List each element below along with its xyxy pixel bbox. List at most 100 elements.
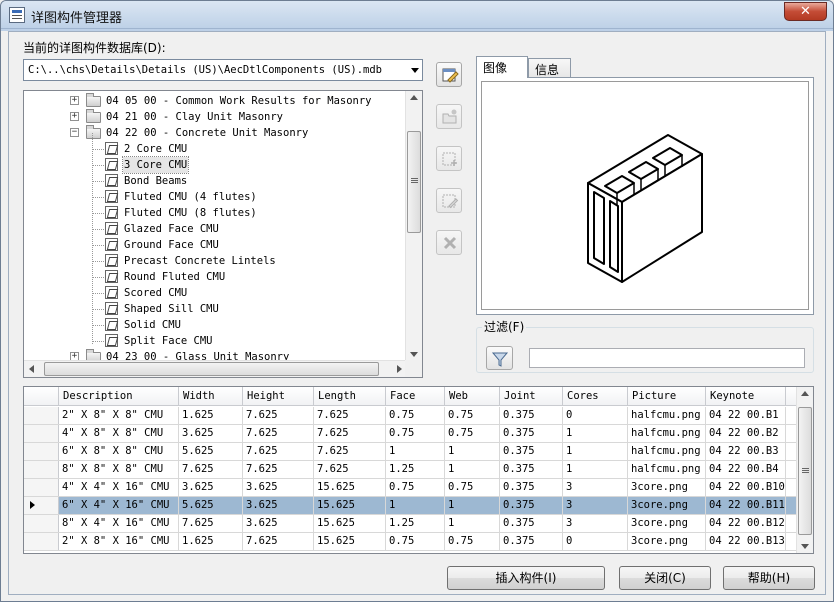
table-cell[interactable]: 3 <box>563 515 628 532</box>
table-cell[interactable]: 0.375 <box>500 533 563 550</box>
table-cell[interactable]: 6" X 8" X 8" CMU <box>59 443 179 460</box>
table-row[interactable]: 4" X 4" X 16" CMU 3.625 3.625 15.625 0.75 0.7… <box>24 479 798 497</box>
scroll-up-icon[interactable] <box>410 95 418 100</box>
tree-component-item[interactable]: Precast Concrete Lintels <box>24 253 407 269</box>
tree-component-item[interactable]: Scored CMU <box>24 285 407 301</box>
table-cell[interactable]: halfcmu.png <box>628 407 706 424</box>
row-header[interactable] <box>24 497 59 514</box>
column-header[interactable]: Web <box>445 387 500 406</box>
tree-scroll-thumb[interactable] <box>407 131 421 233</box>
table-row[interactable]: 6" X 8" X 8" CMU 5.625 7.625 7.625 1 1 0.375 1 h… <box>24 443 798 461</box>
table-cell[interactable]: 5.625 <box>179 443 243 460</box>
filter-input[interactable] <box>529 348 805 368</box>
table-cell[interactable]: 6" X 4" X 16" CMU <box>59 497 179 514</box>
scroll-up-icon[interactable] <box>801 391 809 396</box>
table-cell[interactable]: 8" X 4" X 16" CMU <box>59 515 179 532</box>
table-cell[interactable]: 15.625 <box>314 497 386 514</box>
delete-component-button[interactable] <box>436 230 462 255</box>
tree-folder-item[interactable]: − 04 22 00 - Concrete Unit Masonry <box>24 125 407 141</box>
tree-component-item[interactable]: Solid CMU <box>24 317 407 333</box>
table-cell[interactable]: 3core.png <box>628 515 706 532</box>
edit-database-button[interactable] <box>436 62 462 87</box>
tree-component-item[interactable]: Ground Face CMU <box>24 237 407 253</box>
table-cell[interactable]: 3 <box>563 497 628 514</box>
table-cell[interactable]: 7.625 <box>314 461 386 478</box>
table-cell[interactable]: 0.75 <box>445 407 500 424</box>
table-cell[interactable]: halfcmu.png <box>628 425 706 442</box>
table-cell[interactable]: 0 <box>563 407 628 424</box>
table-cell[interactable]: 7.625 <box>243 425 314 442</box>
tree-component-item[interactable]: Round Fluted CMU <box>24 269 407 285</box>
table-cell[interactable]: 0.375 <box>500 407 563 424</box>
table-cell[interactable]: 1.625 <box>179 533 243 550</box>
tree-horizontal-scrollbar[interactable] <box>24 360 407 377</box>
table-row[interactable]: 8" X 4" X 16" CMU 7.625 3.625 15.625 1.25 1 0.… <box>24 515 798 533</box>
tree-component-item[interactable]: Fluted CMU (8 flutes) <box>24 205 407 221</box>
table-cell[interactable]: 1 <box>445 497 500 514</box>
table-cell[interactable]: 7.625 <box>314 425 386 442</box>
table-cell[interactable]: 2" X 8" X 16" CMU <box>59 533 179 550</box>
table-cell[interactable]: 0.75 <box>386 479 445 496</box>
table-cell[interactable]: 0.75 <box>386 407 445 424</box>
table-cell[interactable]: 1 <box>445 461 500 478</box>
column-header[interactable]: Width <box>179 387 243 406</box>
table-row[interactable]: 2" X 8" X 8" CMU 1.625 7.625 7.625 0.75 0.75 0… <box>24 407 798 425</box>
table-cell[interactable]: 1 <box>445 515 500 532</box>
table-cell[interactable]: 3core.png <box>628 497 706 514</box>
scroll-down-icon[interactable] <box>801 544 809 549</box>
column-header[interactable]: Length <box>314 387 386 406</box>
table-cell[interactable]: 7.625 <box>314 443 386 460</box>
table-cell[interactable]: 1.625 <box>179 407 243 424</box>
table-cell[interactable]: 04 22 00.B13 <box>706 533 786 550</box>
tree-folder-item[interactable]: +04 05 00 - Common Work Results for Maso… <box>24 93 407 109</box>
open-database-button[interactable] <box>436 104 462 129</box>
tree-component-item[interactable]: Fluted CMU (4 flutes) <box>24 189 407 205</box>
row-header[interactable] <box>24 425 59 442</box>
table-cell[interactable]: 5.625 <box>179 497 243 514</box>
table-cell[interactable]: 0.375 <box>500 443 563 460</box>
table-cell[interactable]: 1 <box>563 461 628 478</box>
row-header[interactable] <box>24 407 59 424</box>
collapse-icon[interactable]: − <box>70 128 79 137</box>
insert-component-button[interactable]: 插入构件(I) <box>447 566 605 590</box>
table-cell[interactable]: 15.625 <box>314 533 386 550</box>
table-cell[interactable]: 0.75 <box>445 425 500 442</box>
table-cell[interactable]: 04 22 00.B10 <box>706 479 786 496</box>
table-cell[interactable]: 3.625 <box>243 497 314 514</box>
table-cell[interactable]: 2" X 8" X 8" CMU <box>59 407 179 424</box>
edit-component-button[interactable] <box>436 188 462 213</box>
tree-component-item[interactable]: Glazed Face CMU <box>24 221 407 237</box>
tree-hscroll-thumb[interactable] <box>44 362 379 376</box>
table-cell[interactable]: 0.75 <box>386 533 445 550</box>
table-cell[interactable]: 3core.png <box>628 479 706 496</box>
table-cell[interactable]: 0.75 <box>445 479 500 496</box>
row-header[interactable] <box>24 461 59 478</box>
table-cell[interactable]: 7.625 <box>243 407 314 424</box>
component-grid[interactable]: Description Width Height Length Face Web Joint… <box>23 386 814 554</box>
column-header[interactable]: Height <box>243 387 314 406</box>
expand-icon[interactable]: + <box>70 112 79 121</box>
table-cell[interactable]: 1 <box>386 443 445 460</box>
tree-component-item[interactable]: 3 Core CMU <box>24 156 407 174</box>
table-cell[interactable]: 15.625 <box>314 515 386 532</box>
table-cell[interactable]: 4" X 8" X 8" CMU <box>59 425 179 442</box>
tree-component-item[interactable]: 2 Core CMU <box>24 141 407 157</box>
table-cell[interactable]: 1.25 <box>386 515 445 532</box>
table-cell[interactable]: halfcmu.png <box>628 461 706 478</box>
table-row[interactable]: 8" X 8" X 8" CMU 7.625 7.625 7.625 1.25 1 0.37… <box>24 461 798 479</box>
table-cell[interactable]: 1 <box>445 443 500 460</box>
grid-vertical-scrollbar[interactable] <box>796 387 813 553</box>
table-cell[interactable]: 3.625 <box>179 425 243 442</box>
window-close-button[interactable]: ✕ <box>784 2 827 21</box>
table-cell[interactable]: 7.625 <box>179 515 243 532</box>
table-cell[interactable]: 04 22 00.B4 <box>706 461 786 478</box>
expand-icon[interactable]: + <box>70 96 79 105</box>
new-component-button[interactable] <box>436 146 462 171</box>
tab-info[interactable]: 信息 <box>528 58 571 78</box>
tree-component-item[interactable]: Split Face CMU <box>24 333 407 349</box>
table-cell[interactable]: 0.375 <box>500 497 563 514</box>
column-header[interactable]: Face <box>386 387 445 406</box>
table-cell[interactable]: 0 <box>563 533 628 550</box>
table-cell[interactable]: 04 22 00.B1 <box>706 407 786 424</box>
table-cell[interactable]: 04 22 00.B11 <box>706 497 786 514</box>
